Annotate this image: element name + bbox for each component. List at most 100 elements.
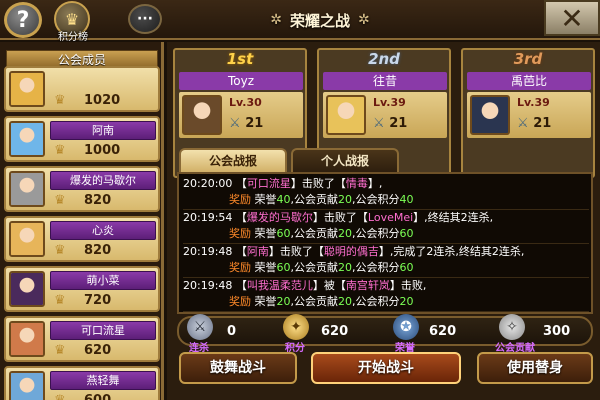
member-name: 萌小菜: [50, 271, 156, 290]
player-wins: ⚔ 21: [229, 116, 263, 131]
player-wins: ⚔ 21: [373, 116, 407, 131]
log-text: ,公会积分: [352, 193, 400, 206]
log-text: ,公会贡献: [290, 193, 339, 206]
trophy-icon: ♛: [54, 343, 66, 358]
member-name: 燕轻舞: [50, 371, 156, 390]
log-reward-line: 奖励 荣誉60,公会贡献20,公会积分60: [183, 260, 589, 276]
log-event-line: 20:20:00 【可口流星】击败了【情毒】,: [183, 176, 589, 192]
log-text: 】,完成了2连杀,终结其2连杀,: [378, 245, 525, 258]
log-entry: 20:19:48 【阿南】击败了【聪明的偶吉】,完成了2连杀,终结其2连杀, 奖励…: [183, 244, 589, 278]
log-text: ,公会贡献: [290, 227, 339, 240]
player-wins-value: 21: [245, 116, 264, 131]
close-icon: ✕: [560, 1, 584, 35]
guild-members-panel[interactable]: 公会成员 ♛ 1020 阿南 ♛ 1000 爆发的马歇尔 ♛ 820 心炎 ♛ 820 萌小菜 ♛ 720…: [0, 42, 164, 400]
avatar: [9, 121, 45, 157]
use-substitute-button[interactable]: 使用替身: [477, 352, 593, 384]
log-reward-line: 奖励 荣誉20,公会贡献20,公会积分20: [183, 294, 589, 310]
log-text: 20:19:54 【: [183, 211, 247, 224]
top-bar: ? ♛ 积分榜 ··· ✲ 荣耀之战 ✲ ✕: [0, 0, 600, 43]
tab-guild-report[interactable]: 公会战报: [179, 148, 287, 172]
member-score: 1020: [84, 93, 121, 108]
log-reward-value: 40: [399, 193, 414, 206]
list-item[interactable]: 心炎 ♛ 820: [4, 216, 160, 262]
podium-info: Lv.30 ⚔ 21: [179, 92, 303, 138]
log-reward-value: 20: [338, 227, 352, 240]
gear-ornament-icon: ✲: [270, 12, 282, 28]
log-player-name: 聪明的偶吉: [323, 245, 379, 258]
log-player-name: LoveMei: [367, 211, 414, 224]
crossed-swords-icon: ⚔: [517, 116, 534, 131]
log-entry: 20:19:54 【爆发的马歇尔】击败了【LoveMei】,终结其2连杀, 奖励 …: [183, 210, 589, 244]
list-item[interactable]: 阿南 ♛ 1000: [4, 116, 160, 162]
player-level: Lv.39: [517, 96, 550, 109]
log-text: 荣誉: [254, 227, 277, 240]
podium-player-name: Toyz: [179, 72, 303, 90]
log-text: 20:19:48 【: [183, 245, 247, 258]
help-icon: ?: [16, 7, 30, 33]
battle-panel: 1st Toyz Lv.30 ⚔ 21 2nd 往昔 Lv.39 ⚔ 21 3rd 禹芭比 Lv.3…: [167, 42, 600, 400]
stat-honor-value: 620: [429, 324, 457, 339]
log-text: 荣誉: [254, 193, 277, 206]
log-reward-value: 60: [276, 261, 291, 274]
log-text: ,公会贡献: [290, 295, 339, 308]
member-score: 600: [84, 393, 111, 400]
log-text: 】,: [367, 177, 383, 190]
chat-icon: ···: [137, 11, 153, 27]
log-text: 】,终结其2连杀,: [413, 211, 494, 224]
trophy-icon: ♛: [54, 293, 66, 308]
player-wins-value: 21: [389, 116, 408, 131]
list-item[interactable]: 燕轻舞 ♛ 600: [4, 366, 160, 400]
start-battle-button[interactable]: 开始战斗: [311, 352, 461, 384]
log-entry: 20:19:48 【叫我温柔范儿】被【南宫轩岚】击败, 奖励 荣誉20,公会贡献2…: [183, 278, 589, 312]
encourage-battle-button[interactable]: 鼓舞战斗: [179, 352, 297, 384]
log-text: 】击败了【: [290, 177, 346, 190]
avatar: [9, 171, 45, 207]
avatar: [326, 95, 366, 135]
log-text: 】击败,: [389, 279, 427, 292]
log-reward-value: 60: [399, 227, 414, 240]
avatar: [9, 371, 45, 400]
log-player-name: 叫我温柔范儿: [246, 279, 313, 292]
podium-player-name: 禹芭比: [467, 72, 591, 90]
list-item[interactable]: ♛ 1020: [4, 66, 160, 112]
list-item[interactable]: 可口流星 ♛ 620: [4, 316, 160, 362]
trophy-icon: ♛: [64, 9, 80, 29]
rank-badge: 2nd: [368, 50, 400, 68]
member-score: 820: [84, 243, 112, 258]
player-wins: ⚔ 21: [517, 116, 551, 131]
member-score: 1000: [84, 143, 121, 158]
chat-button[interactable]: ···: [128, 4, 162, 34]
avatar: [9, 321, 45, 357]
player-level: Lv.30: [229, 96, 262, 109]
log-reward-value: 20: [399, 295, 414, 308]
battle-log[interactable]: 20:20:00 【可口流星】击败了【情毒】, 奖励 荣誉40,公会贡献20,公会…: [177, 172, 593, 314]
podium-slot-3[interactable]: 3rd 禹芭比 Lv.39 ⚔ 21: [461, 48, 595, 178]
log-reward-line: 奖励 荣誉60,公会贡献20,公会积分60: [183, 226, 589, 242]
tab-personal-report[interactable]: 个人战报: [291, 148, 399, 172]
list-item[interactable]: 爆发的马歇尔 ♛ 820: [4, 166, 160, 212]
close-button[interactable]: ✕: [544, 0, 600, 36]
log-text: 奖励: [229, 295, 255, 308]
log-reward-value: 60: [399, 261, 414, 274]
log-player-name: 南宫轩岚: [345, 279, 390, 292]
log-event-line: 20:19:48 【阿南】击败了【聪明的偶吉】,完成了2连杀,终结其2连杀,: [183, 244, 589, 260]
list-item[interactable]: 萌小菜 ♛ 720: [4, 266, 160, 312]
stat-contribution-value: 300: [543, 324, 571, 339]
trophy-icon: ♛: [54, 143, 66, 158]
log-text: 奖励: [229, 261, 255, 274]
gear-ornament-icon: ✲: [358, 12, 370, 28]
podium-player-name: 往昔: [323, 72, 447, 90]
log-text: ,公会贡献: [290, 261, 339, 274]
avatar: [182, 95, 222, 135]
log-reward-value: 40: [276, 193, 291, 206]
help-button[interactable]: ?: [4, 2, 42, 38]
trophy-icon: ♛: [54, 393, 66, 400]
log-text: ,公会积分: [352, 227, 400, 240]
trophy-icon: ♛: [54, 243, 66, 258]
log-entry: 20:20:00 【可口流星】击败了【情毒】, 奖励 荣誉40,公会贡献20,公会…: [183, 176, 589, 210]
log-reward-line: 奖励 荣誉40,公会贡献20,公会积分40: [183, 192, 589, 208]
avatar: [9, 271, 45, 307]
log-text: 奖励: [229, 227, 255, 240]
log-text: 】击败了【: [268, 245, 324, 258]
avatar: [9, 71, 45, 107]
